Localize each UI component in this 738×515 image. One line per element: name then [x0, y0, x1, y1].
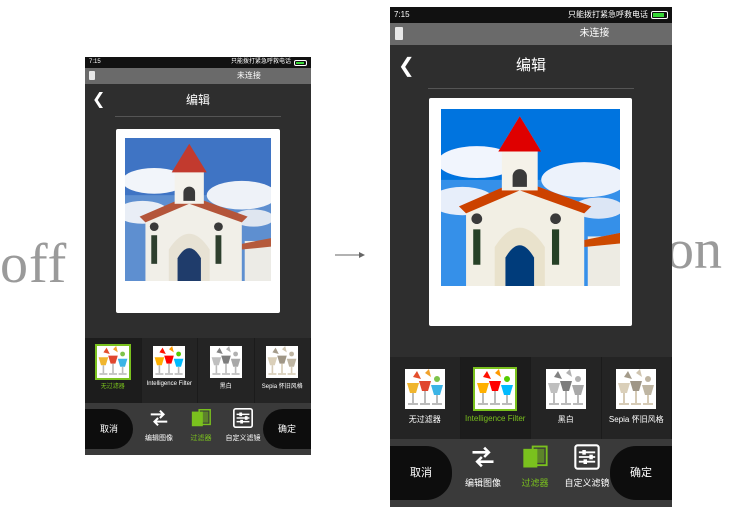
- filter-thumb-bw: [545, 369, 586, 409]
- filter-icon: [190, 407, 212, 429]
- sliders-icon: [232, 407, 254, 429]
- sliders-icon: [573, 443, 601, 471]
- divider: [428, 88, 634, 89]
- phone-screen-after: 7:15 只能拨打紧急呼救电话 未连接 ❮ 编辑 无过滤器 Intelligen…: [390, 7, 672, 507]
- photo-frame: [429, 98, 632, 326]
- cancel-button[interactable]: 取消: [85, 409, 133, 449]
- photo-frame: [116, 129, 280, 313]
- status-time: 7:15: [394, 10, 410, 19]
- battery-icon: [294, 59, 307, 66]
- filter-item-sepia[interactable]: Sepia 怀旧风格: [255, 338, 311, 403]
- filter-item-none[interactable]: 无过滤器: [85, 338, 142, 403]
- header: ❮ 编辑: [390, 45, 672, 85]
- back-arrow-icon[interactable]: ❮: [92, 84, 105, 116]
- photo-preview[interactable]: [125, 138, 271, 281]
- after-label: on: [666, 219, 722, 281]
- filter-thumb-sepia: [616, 369, 657, 409]
- filter-thumb-sepia: [266, 346, 299, 378]
- connection-bar: 未连接: [85, 68, 311, 84]
- filter-item-bw[interactable]: 黑白: [531, 357, 602, 439]
- connection-status: 未连接: [579, 28, 610, 39]
- connection-status: 未连接: [236, 71, 261, 80]
- bottom-toolbar: 取消 编辑图像 过滤器 自定义滤镜 确定: [85, 403, 311, 455]
- phone-screen-before: 7:15 只能拨打紧急呼救电话 未连接 ❮ 编辑 无过滤器 Intelligen…: [85, 57, 311, 455]
- swap-arrows-icon: [469, 443, 497, 471]
- filter-label: Intelligence Filter: [465, 414, 526, 423]
- tool-edit-image[interactable]: 编辑图像: [141, 407, 177, 443]
- filter-thumb-none: [96, 346, 129, 378]
- tool-custom-filter[interactable]: 自定义滤镜: [225, 407, 261, 443]
- header: ❮ 编辑: [85, 84, 311, 114]
- filter-item-sepia[interactable]: Sepia 怀旧风格: [602, 357, 672, 439]
- filter-label: Sepia 怀旧风格: [608, 415, 664, 424]
- battery-icon: [651, 11, 668, 19]
- cancel-button[interactable]: 取消: [390, 446, 452, 500]
- connection-bar: 未连接: [390, 23, 672, 45]
- status-bar: 7:15 只能拨打紧急呼救电话: [390, 7, 672, 23]
- filter-item-intelligence[interactable]: Intelligence Filter: [142, 338, 198, 403]
- page-title: 编辑: [515, 57, 546, 74]
- filter-label: 黑白: [557, 415, 574, 424]
- tool-custom-filter[interactable]: 自定义滤镜: [564, 443, 610, 489]
- status-notice: 只能拨打紧急呼救电话: [568, 10, 648, 19]
- filter-label: Intelligence Filter: [146, 381, 192, 387]
- filter-thumb-none: [404, 369, 445, 409]
- before-label: off: [0, 233, 68, 295]
- status-time: 7:15: [89, 59, 101, 65]
- confirm-button[interactable]: 确定: [263, 409, 311, 449]
- filter-item-none[interactable]: 无过滤器: [390, 357, 461, 439]
- swap-arrows-icon: [148, 407, 170, 429]
- filter-icon: [521, 443, 549, 471]
- filter-thumb-intelligence: [153, 346, 186, 378]
- filter-label: 黑白: [219, 384, 232, 390]
- filter-thumb-bw: [209, 346, 242, 378]
- confirm-button[interactable]: 确定: [610, 446, 672, 500]
- page-title: 编辑: [185, 93, 210, 107]
- filter-label: Sepia 怀旧风格: [261, 384, 303, 390]
- status-notice: 只能拨打紧急呼救电话: [230, 59, 291, 65]
- document-icon: [89, 71, 95, 80]
- filter-strip: 无过滤器 Intelligence Filter 黑白 Sepia 怀旧风格: [85, 338, 311, 403]
- filter-thumb-intelligence: [475, 369, 516, 409]
- tool-filter[interactable]: 过滤器: [512, 443, 558, 489]
- photo-preview[interactable]: [441, 109, 620, 286]
- status-bar: 7:15 只能拨打紧急呼救电话: [85, 57, 311, 68]
- back-arrow-icon[interactable]: ❮: [398, 45, 415, 87]
- tool-filter[interactable]: 过滤器: [183, 407, 219, 443]
- transition-arrow-icon: [335, 252, 365, 258]
- filter-strip: 无过滤器 Intelligence Filter 黑白 Sepia 怀旧风格: [390, 357, 672, 439]
- divider: [115, 116, 281, 117]
- tool-edit-image[interactable]: 编辑图像: [460, 443, 506, 489]
- filter-item-bw[interactable]: 黑白: [198, 338, 255, 403]
- filter-label: 无过滤器: [100, 384, 125, 390]
- filter-label: 无过滤器: [408, 415, 441, 424]
- bottom-toolbar: 取消 编辑图像 过滤器 自定义滤镜 确定: [390, 439, 672, 507]
- filter-item-intelligence[interactable]: Intelligence Filter: [460, 357, 531, 439]
- document-icon: [395, 27, 403, 40]
